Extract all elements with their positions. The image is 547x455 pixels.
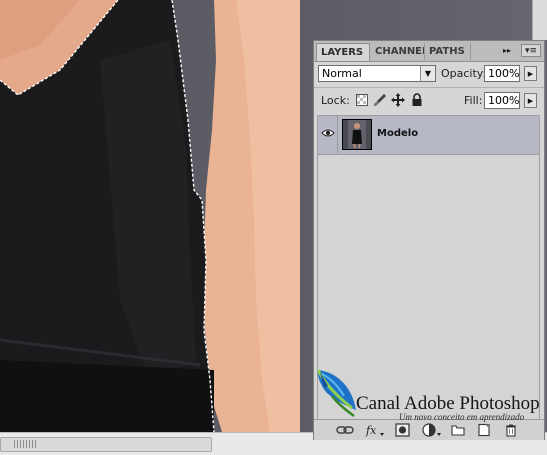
chevron-down-icon[interactable]: ▼ [420,66,435,81]
divider [314,87,544,88]
visibility-toggle[interactable] [319,116,338,153]
trash-icon[interactable] [504,423,518,437]
panel-tab-bar: LAYERS CHANNELS PATHS ▸▸ ▾≡ [314,41,544,62]
feather-icon [316,369,356,417]
horizontal-scroll-thumb[interactable] [0,437,212,452]
watermark-tagline: Um novo conceito em aprendizado [399,412,525,422]
opacity-input[interactable]: 100% [484,65,520,82]
adjustment-layer-icon[interactable] [422,423,442,437]
fill-input[interactable]: 100% [484,92,520,109]
new-group-icon[interactable] [451,423,465,437]
opacity-slider-arrow-icon[interactable]: ▶ [524,66,537,81]
panel-bottom-toolbar: fx [314,419,544,440]
layer-name[interactable]: Modelo [377,128,418,139]
blend-mode-value: Normal [322,67,362,80]
svg-text:fx: fx [365,424,377,437]
layer-row[interactable]: Modelo [318,116,539,155]
fill-slider-arrow-icon[interactable]: ▶ [524,93,537,108]
fx-icon[interactable]: fx [365,423,385,437]
vertical-scrollbar[interactable] [532,0,547,40]
lock-all-icon[interactable] [410,93,424,107]
tab-layers[interactable]: LAYERS [316,43,370,61]
opacity-label: Opacity: [441,67,487,80]
lock-label: Lock: [321,94,350,107]
scroll-grip-icon [14,440,36,448]
collapse-panel-icon[interactable]: ▸▸ [500,45,514,57]
eye-icon [321,129,335,137]
tab-channels[interactable]: CHANNELS [371,43,425,60]
layer-thumbnail[interactable] [342,119,372,150]
new-layer-icon[interactable] [477,423,491,437]
layer-thumbnail-image [343,120,371,149]
panel-menu-button[interactable]: ▾≡ [521,44,541,57]
layer-mask-icon[interactable] [395,423,411,437]
tab-paths[interactable]: PATHS [425,43,471,60]
lock-position-icon[interactable] [391,93,405,107]
lock-image-icon[interactable] [373,93,387,107]
fill-label: Fill: [464,94,483,107]
link-layers-icon[interactable] [336,423,354,437]
blend-mode-select[interactable]: Normal ▼ [318,65,436,82]
lock-transparent-icon[interactable] [355,93,369,107]
